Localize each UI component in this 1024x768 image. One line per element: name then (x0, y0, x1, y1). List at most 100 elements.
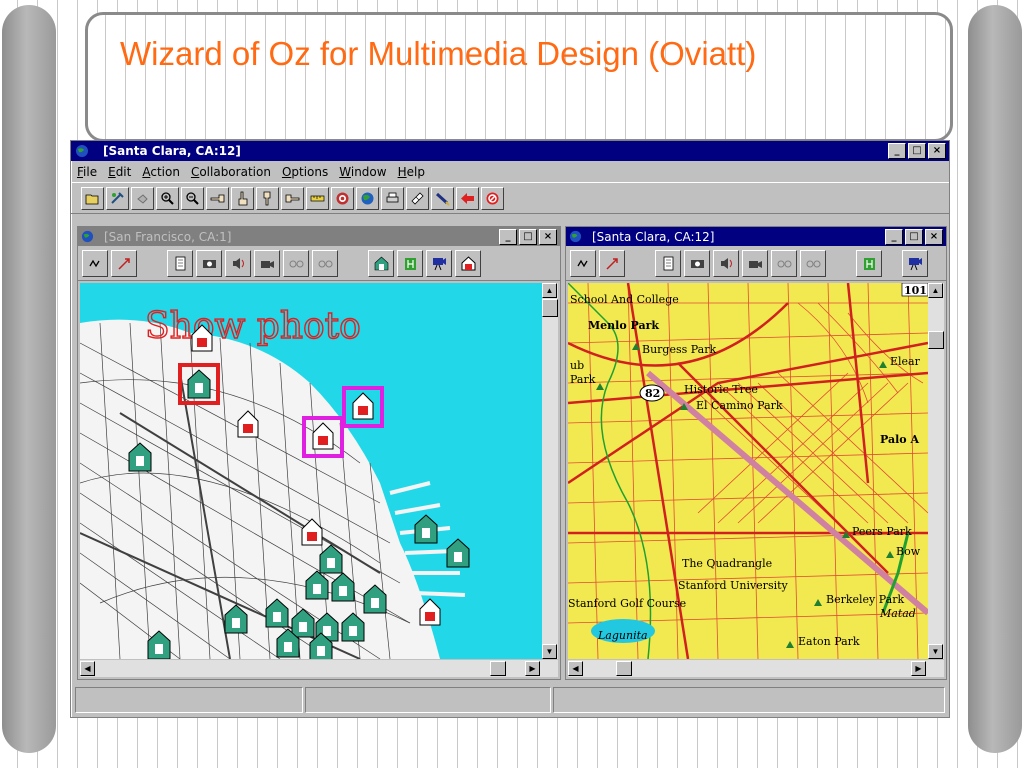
scroll-up-button[interactable]: ▲ (928, 283, 943, 298)
menu-window[interactable]: Window (339, 165, 386, 179)
video-house-icon[interactable] (426, 249, 452, 277)
sf-vertical-scrollbar[interactable]: ▲ ▼ (542, 283, 558, 659)
back-arrow-icon[interactable] (456, 186, 479, 210)
map-label-peers-park: Peers Park (852, 525, 912, 538)
glasses-icon[interactable] (283, 249, 309, 277)
sc-vertical-scrollbar[interactable]: ▲ ▼ (928, 283, 944, 659)
menu-action[interactable]: Action (142, 165, 180, 179)
map-label-golf-course: Stanford Golf Course (568, 597, 686, 610)
globe-window-icon (569, 230, 582, 243)
house-photo-icon[interactable] (368, 249, 394, 277)
hand-pointer-icon[interactable] (131, 186, 154, 210)
globe-app-icon (76, 145, 88, 157)
scribble-icon[interactable] (570, 249, 596, 277)
scroll-right-button[interactable]: ▶ (911, 661, 926, 676)
map-label-route-101: 101 (904, 284, 927, 297)
hand-up-icon[interactable] (231, 186, 254, 210)
main-toolbar (71, 182, 949, 214)
scribble-icon[interactable] (82, 249, 108, 277)
map-label-route-82: 82 (645, 387, 660, 400)
map-label-lagunita: Lagunita (597, 629, 648, 642)
san-francisco-window: [San Francisco, CA:1] _ □ × Show photo ▲… (77, 226, 561, 680)
minimize-button[interactable]: _ (888, 143, 906, 159)
sf-horizontal-scrollbar[interactable]: ◀ ▶ (80, 660, 558, 677)
menu-file[interactable]: File (77, 165, 97, 179)
slide-pillar-right (968, 5, 1022, 753)
map-label-quadrangle: The Quadrangle (682, 557, 772, 570)
scroll-down-button[interactable]: ▼ (928, 644, 943, 659)
sound-icon[interactable] (713, 249, 739, 277)
santa-clara-map[interactable]: School And College Menlo Park Burgess Pa… (568, 283, 928, 659)
camera-icon[interactable] (684, 249, 710, 277)
hotel-icon[interactable] (856, 249, 882, 277)
point-left-icon[interactable] (206, 186, 229, 210)
map-label-historic-tree: Historic Tree (684, 383, 758, 396)
menu-edit[interactable]: Edit (108, 165, 131, 179)
sf-maximize-button[interactable]: □ (519, 229, 537, 245)
document-icon[interactable] (167, 249, 193, 277)
sound-icon[interactable] (225, 249, 251, 277)
map-label-matad: Matad (879, 607, 916, 620)
stop-icon[interactable] (481, 186, 504, 210)
sc-maximize-button[interactable]: □ (905, 229, 923, 245)
target-icon[interactable] (331, 186, 354, 210)
sf-minimize-button[interactable]: _ (499, 229, 517, 245)
handwriting-annotation: Show photo (145, 306, 361, 347)
maximize-button[interactable]: □ (908, 143, 926, 159)
sc-close-button[interactable]: × (925, 229, 943, 245)
slide-pillar-left (2, 5, 56, 753)
arrow-pen-icon[interactable] (599, 249, 625, 277)
red-house-icon[interactable] (455, 249, 481, 277)
santa-clara-titlebar[interactable]: [Santa Clara, CA:12] _ □ × (566, 227, 946, 246)
printer-icon[interactable] (381, 186, 404, 210)
scroll-thumb[interactable] (616, 661, 632, 676)
map-label-palo-alto: Palo A (880, 433, 919, 446)
menu-collaboration[interactable]: Collaboration (191, 165, 271, 179)
scroll-left-button[interactable]: ◀ (568, 661, 583, 676)
document-icon[interactable] (655, 249, 681, 277)
menu-options[interactable]: Options (282, 165, 328, 179)
video-camera-icon[interactable] (254, 249, 280, 277)
glasses-icon[interactable] (312, 249, 338, 277)
scroll-thumb[interactable] (542, 299, 558, 317)
sc-minimize-button[interactable]: _ (885, 229, 903, 245)
app-window: [Santa Clara, CA:12] _ □ × File Edit Act… (70, 140, 950, 718)
map-label-elear: Elear (890, 355, 921, 368)
scroll-left-button[interactable]: ◀ (80, 661, 95, 676)
point-down-icon[interactable] (256, 186, 279, 210)
camera-icon[interactable] (196, 249, 222, 277)
scroll-right-button[interactable]: ▶ (525, 661, 540, 676)
sc-horizontal-scrollbar[interactable]: ◀ ▶ (568, 660, 944, 677)
video-camera-icon[interactable] (742, 249, 768, 277)
map-label-ub: ub (570, 359, 584, 372)
hotel-icon[interactable] (397, 249, 423, 277)
glasses-icon[interactable] (771, 249, 797, 277)
close-button[interactable]: × (928, 143, 946, 159)
tools-icon[interactable] (106, 186, 129, 210)
app-titlebar[interactable]: [Santa Clara, CA:12] _ □ × (71, 141, 949, 161)
glasses-icon[interactable] (800, 249, 826, 277)
map-label-eaton-park: Eaton Park (798, 635, 860, 648)
san-francisco-map[interactable]: Show photo (80, 283, 542, 659)
globe-icon[interactable] (356, 186, 379, 210)
scroll-thumb[interactable] (490, 661, 506, 676)
notepad-icon[interactable] (406, 186, 429, 210)
sf-tool-bar (78, 246, 560, 281)
ruler-icon[interactable] (306, 186, 329, 210)
map-label-school: School And College (570, 293, 679, 306)
arrow-pen-icon[interactable] (111, 249, 137, 277)
scroll-thumb[interactable] (928, 331, 944, 349)
menu-bar: File Edit Action Collaboration Options W… (71, 161, 949, 182)
menu-help[interactable]: Help (398, 165, 425, 179)
status-pane-1 (75, 687, 303, 713)
point-right-icon[interactable] (281, 186, 304, 210)
zoom-out-icon[interactable] (181, 186, 204, 210)
scroll-up-button[interactable]: ▲ (542, 283, 557, 298)
video-house-icon[interactable] (902, 249, 928, 277)
open-folder-icon[interactable] (81, 186, 104, 210)
pen-icon[interactable] (431, 186, 454, 210)
zoom-in-icon[interactable] (156, 186, 179, 210)
scroll-down-button[interactable]: ▼ (542, 644, 557, 659)
sf-close-button[interactable]: × (539, 229, 557, 245)
san-francisco-titlebar[interactable]: [San Francisco, CA:1] _ □ × (78, 227, 560, 246)
